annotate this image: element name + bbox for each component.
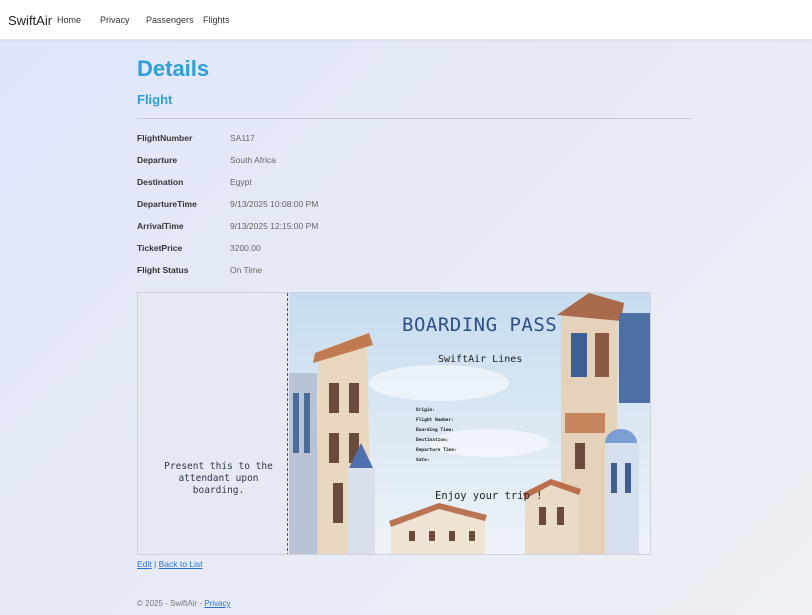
nav-link-flights[interactable]: Flights — [203, 15, 230, 25]
boarding-pass-field: Origin: — [416, 408, 435, 413]
boarding-pass-field: Boarding Time: — [416, 428, 454, 433]
detail-value: 9/13/2025 12:15:00 PM — [230, 221, 319, 231]
page-subtitle: Flight — [137, 92, 173, 107]
nav-link-passengers[interactable]: Passengers — [146, 15, 194, 25]
flight-details-list: FlightNumber SA117 Departure South Afric… — [137, 130, 537, 284]
boarding-pass-image: Present this to the attendant upon board… — [137, 292, 651, 555]
footer-privacy-link[interactable]: Privacy — [204, 599, 230, 608]
detail-label: ArrivalTime — [137, 221, 184, 231]
detail-row-ticket-price: TicketPrice 3200.00 — [137, 240, 537, 262]
detail-row-arrival-time: ArrivalTime 9/13/2025 12:15:00 PM — [137, 218, 537, 240]
boarding-pass-enjoy-text: Enjoy your trip ! — [435, 490, 543, 502]
boarding-pass-airline: SwiftAir Lines — [438, 354, 523, 365]
action-links: Edit | Back to List — [137, 559, 203, 569]
boarding-pass-stub: Present this to the attendant upon board… — [138, 293, 288, 554]
page-title: Details — [137, 56, 210, 81]
detail-value: Egypt — [230, 177, 252, 187]
page-footer: © 2025 - SwiftAir - Privacy — [137, 599, 230, 608]
detail-row-flight-status: Flight Status On Time — [137, 262, 537, 284]
edit-link[interactable]: Edit — [137, 559, 152, 569]
detail-row-flight-number: FlightNumber SA117 — [137, 130, 537, 152]
top-navbar: SwiftAir Home Privacy Passengers Flights — [0, 0, 812, 40]
stub-instruction-text: Present this to the attendant upon board… — [164, 461, 273, 496]
detail-label: Departure — [137, 155, 178, 165]
detail-row-destination: Destination Egypt — [137, 174, 537, 196]
detail-label: Flight Status — [137, 265, 189, 275]
detail-value: SA117 — [230, 133, 255, 143]
detail-label: Destination — [137, 177, 184, 187]
detail-row-departure: Departure South Africa — [137, 152, 537, 174]
boarding-pass-field: Gate: — [416, 458, 430, 463]
nav-link-home[interactable]: Home — [57, 15, 81, 25]
back-to-list-link[interactable]: Back to List — [159, 559, 203, 569]
boarding-pass-field: Destination: — [416, 438, 449, 443]
detail-label: TicketPrice — [137, 243, 183, 253]
divider — [137, 118, 691, 119]
detail-label: DepartureTime — [137, 199, 197, 209]
boarding-pass-field: Departure Time: — [416, 448, 457, 453]
detail-value: 3200.00 — [230, 243, 261, 253]
detail-value: On Time — [230, 265, 263, 275]
detail-value: South Africa — [230, 155, 276, 165]
detail-value: 9/13/2025 10:08:00 PM — [230, 199, 319, 209]
boarding-pass-field: Flight Number: — [416, 418, 454, 423]
link-separator: | — [151, 559, 159, 569]
detail-row-departure-time: DepartureTime 9/13/2025 10:08:00 PM — [137, 196, 537, 218]
footer-text: © 2025 - SwiftAir - — [137, 599, 205, 608]
detail-label: FlightNumber — [137, 133, 193, 143]
brand-link[interactable]: SwiftAir — [8, 13, 52, 28]
nav-link-privacy[interactable]: Privacy — [100, 15, 130, 25]
boarding-pass-title: BOARDING PASS — [402, 314, 558, 336]
